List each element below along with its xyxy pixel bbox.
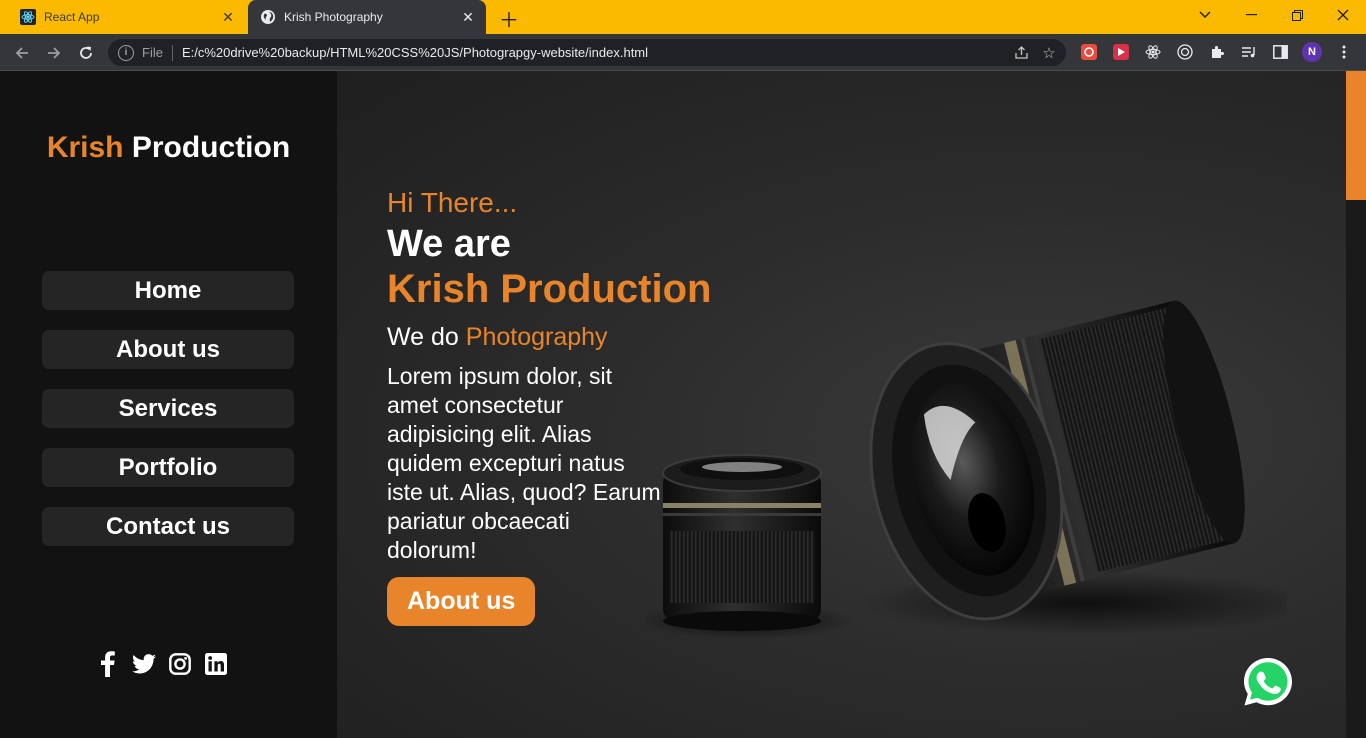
minimize-button[interactable] (1228, 0, 1274, 30)
url-text[interactable]: E:/c%20drive%20backup/HTML%20CSS%20JS/Ph… (182, 45, 1010, 60)
side-panel-icon[interactable] (1270, 42, 1290, 62)
nav-services[interactable]: Services (42, 389, 294, 428)
social-links (96, 651, 240, 677)
camera-lenses-image (647, 300, 1287, 639)
react-devtools-icon[interactable] (1143, 42, 1163, 62)
whatsapp-icon[interactable] (1240, 654, 1296, 710)
extension-record-icon[interactable] (1079, 42, 1099, 62)
instagram-icon[interactable] (168, 651, 192, 677)
close-window-button[interactable] (1320, 0, 1366, 30)
extension-target-icon[interactable] (1175, 42, 1195, 62)
globe-icon (260, 9, 276, 25)
scheme-label: File (142, 45, 163, 60)
react-favicon-icon (20, 9, 36, 25)
hero-section: Hi There... We are Krish Production We d… (337, 71, 1346, 738)
tab-title: Krish Photography (284, 10, 383, 24)
restore-button[interactable] (1274, 0, 1320, 30)
brand-second: Production (131, 131, 291, 164)
hero-description: Lorem ipsum dolor, sit amet consectetur … (387, 363, 661, 563)
scrollbar-thumb[interactable] (1346, 71, 1366, 200)
tagline-prefix: We do (387, 323, 459, 351)
facebook-icon[interactable] (96, 651, 120, 677)
tab-krish-photography[interactable]: Krish Photography ✕ (248, 0, 486, 34)
nav-portfolio[interactable]: Portfolio (42, 448, 294, 487)
media-controls-icon[interactable] (1239, 42, 1259, 62)
close-tab-icon[interactable]: ✕ (458, 7, 478, 27)
site-info-icon[interactable]: i (118, 44, 134, 61)
nav-about-us[interactable]: About us (42, 330, 294, 369)
web-page: Krish Production Home About us Services … (0, 71, 1366, 738)
menu-kebab-icon[interactable] (1334, 42, 1354, 62)
address-bar[interactable]: i File E:/c%20drive%20backup/HTML%20CSS%… (108, 39, 1066, 66)
tab-strip: React App ✕ Krish Photography ✕ ＋ (0, 0, 1366, 34)
brand-first: Krish (46, 131, 124, 164)
back-icon[interactable] (9, 40, 35, 66)
sidebar: Krish Production Home About us Services … (0, 71, 337, 738)
linkedin-icon[interactable] (204, 651, 228, 677)
close-tab-icon[interactable]: ✕ (218, 7, 238, 27)
browser-toolbar: i File E:/c%20drive%20backup/HTML%20CSS%… (0, 34, 1366, 71)
divider (171, 44, 173, 61)
new-tab-button[interactable]: ＋ (498, 7, 520, 32)
main-nav: Home About us Services Portfolio Contact… (42, 271, 294, 566)
tab-search-icon[interactable] (1182, 0, 1228, 30)
brand-logo[interactable]: Krish Production (0, 131, 337, 165)
extension-video-icon[interactable] (1111, 42, 1131, 62)
about-us-button[interactable]: About us (387, 577, 536, 626)
nav-home[interactable]: Home (42, 271, 294, 310)
forward-icon[interactable] (41, 40, 67, 66)
extensions-puzzle-icon[interactable] (1207, 42, 1227, 62)
reload-icon[interactable] (73, 40, 99, 66)
profile-avatar[interactable]: N (1302, 42, 1322, 62)
tab-react-app[interactable]: React App ✕ (8, 0, 246, 34)
tagline-accent: Photography (465, 323, 608, 351)
share-icon[interactable] (1010, 42, 1032, 64)
hero-greeting: Hi There... (387, 187, 518, 218)
nav-contact-us[interactable]: Contact us (42, 507, 294, 546)
twitter-icon[interactable] (132, 651, 156, 677)
page-scrollbar[interactable] (1346, 71, 1366, 738)
tab-title: React App (44, 10, 100, 24)
bookmark-star-icon[interactable]: ☆ (1038, 42, 1060, 64)
small-lens (662, 454, 822, 631)
